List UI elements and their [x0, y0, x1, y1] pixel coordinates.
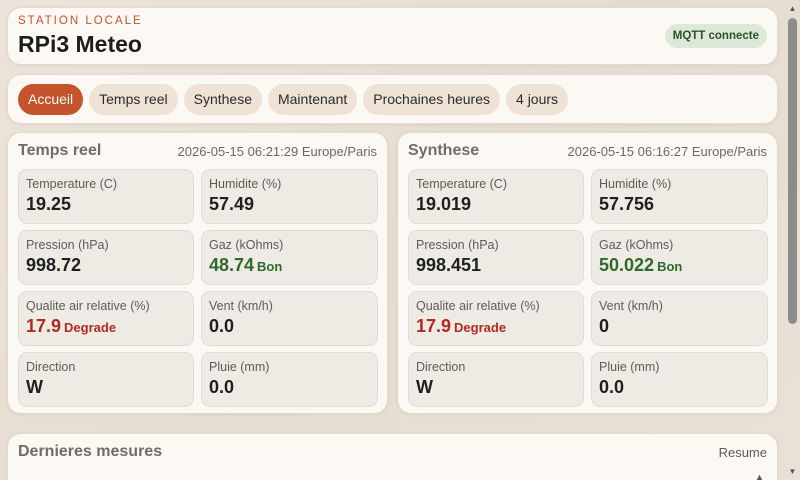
- sort-arrows-icon[interactable]: ▲▼: [755, 473, 765, 480]
- metric-label: Humidite (%): [599, 177, 672, 191]
- tab-list: Accueil Temps reel Synthese Maintenant P…: [18, 84, 569, 115]
- metric-label: Vent (km/h): [599, 299, 663, 313]
- metric-label: Pluie (mm): [599, 360, 660, 374]
- nav-bar: Accueil Temps reel Synthese Maintenant P…: [7, 74, 778, 124]
- metric-gas: Gaz (kOhms) 48.74 Bon: [201, 230, 378, 285]
- metric-label: Direction: [416, 360, 466, 374]
- metric-label: Temperature (C): [416, 177, 507, 191]
- panel-timestamp: 2026-05-15 06:16:27 Europe/Paris: [567, 144, 767, 159]
- tab-4-jours[interactable]: 4 jours: [506, 84, 569, 115]
- metric-label: Qualite air relative (%): [416, 299, 540, 313]
- metric-temperature: Temperature (C) 19.25: [18, 169, 194, 224]
- metric-direction: Direction W: [18, 352, 194, 407]
- metric-value: 19.25: [26, 194, 72, 214]
- metric-grid: Temperature (C) 19.019 Humidite (%) 57.7…: [408, 169, 768, 407]
- status-tag: Degrade: [454, 320, 507, 335]
- summary-link[interactable]: Resume: [719, 445, 767, 460]
- metric-pressure: Pression (hPa) 998.72: [18, 230, 194, 285]
- summary-panel: Synthese 2026-05-15 06:16:27 Europe/Pari…: [397, 132, 778, 414]
- metric-label: Humidite (%): [209, 177, 282, 191]
- metric-value: 57.49: [209, 194, 255, 214]
- mqtt-status-badge: MQTT connecte: [664, 24, 767, 48]
- metric-label: Vent (km/h): [209, 299, 273, 313]
- tab-prochaines-heures[interactable]: Prochaines heures: [363, 84, 501, 115]
- metric-value: 998.72: [26, 255, 82, 275]
- metric-humidity: Humidite (%) 57.49: [201, 169, 378, 224]
- metric-value: 0.0: [209, 316, 235, 336]
- latest-measures-card: Dernieres mesures Resume ▲▼: [7, 433, 778, 480]
- metric-rain: Pluie (mm) 0.0: [201, 352, 378, 407]
- scroll-down-arrow-icon[interactable]: ▼: [788, 467, 797, 476]
- station-eyebrow: STATION LOCALE: [18, 15, 143, 27]
- metric-value: 998.451: [416, 255, 482, 275]
- metric-value: 17.9 Degrade: [416, 316, 507, 336]
- scrollbar-thumb[interactable]: [788, 18, 797, 324]
- page-scrollbar[interactable]: ▲ ▼: [785, 0, 800, 480]
- status-tag: Degrade: [64, 320, 117, 335]
- metric-wind: Vent (km/h) 0: [591, 291, 768, 346]
- metric-air-quality: Qualite air relative (%) 17.9 Degrade: [408, 291, 584, 346]
- realtime-panel: Temps reel 2026-05-15 06:21:29 Europe/Pa…: [7, 132, 388, 414]
- metric-temperature: Temperature (C) 19.019: [408, 169, 584, 224]
- metric-value: 0: [599, 316, 610, 336]
- metric-gas: Gaz (kOhms) 50.022 Bon: [591, 230, 768, 285]
- tab-accueil[interactable]: Accueil: [18, 84, 84, 115]
- metric-value: 57.756: [599, 194, 655, 214]
- status-tag: Bon: [657, 259, 683, 274]
- tab-maintenant[interactable]: Maintenant: [267, 84, 358, 115]
- panel-title: Synthese: [408, 142, 480, 159]
- metric-label: Qualite air relative (%): [26, 299, 150, 313]
- metric-label: Pression (hPa): [416, 238, 499, 252]
- metric-label: Gaz (kOhms): [599, 238, 674, 252]
- metric-grid: Temperature (C) 19.25 Humidite (%) 57.49…: [18, 169, 378, 407]
- metric-pressure: Pression (hPa) 998.451: [408, 230, 584, 285]
- header-card: STATION LOCALE RPi3 Meteo MQTT connecte: [7, 7, 778, 65]
- metric-label: Gaz (kOhms): [209, 238, 284, 252]
- status-tag: Bon: [257, 259, 283, 274]
- scroll-up-arrow-icon[interactable]: ▲: [788, 4, 797, 13]
- metric-wind: Vent (km/h) 0.0: [201, 291, 378, 346]
- tab-temps-reel[interactable]: Temps reel: [89, 84, 178, 115]
- metric-value: 0.0: [599, 377, 625, 397]
- metric-value: 50.022 Bon: [599, 255, 683, 275]
- metric-humidity: Humidite (%) 57.756: [591, 169, 768, 224]
- metric-value: W: [26, 377, 43, 397]
- section-title: Dernieres mesures: [18, 443, 163, 460]
- app-title: RPi3 Meteo: [18, 31, 142, 57]
- metric-direction: Direction W: [408, 352, 584, 407]
- metric-value: 19.019: [416, 194, 472, 214]
- metric-value: 0.0: [209, 377, 235, 397]
- metric-label: Pluie (mm): [209, 360, 270, 374]
- metric-label: Pression (hPa): [26, 238, 109, 252]
- metric-value: 17.9 Degrade: [26, 316, 117, 336]
- metric-value: 48.74 Bon: [209, 255, 283, 275]
- panel-title: Temps reel: [18, 142, 102, 159]
- metric-air-quality: Qualite air relative (%) 17.9 Degrade: [18, 291, 194, 346]
- metric-value: W: [416, 377, 433, 397]
- metric-label: Direction: [26, 360, 76, 374]
- panel-timestamp: 2026-05-15 06:21:29 Europe/Paris: [177, 144, 377, 159]
- metric-rain: Pluie (mm) 0.0: [591, 352, 768, 407]
- metric-label: Temperature (C): [26, 177, 117, 191]
- tab-synthese[interactable]: Synthese: [183, 84, 262, 115]
